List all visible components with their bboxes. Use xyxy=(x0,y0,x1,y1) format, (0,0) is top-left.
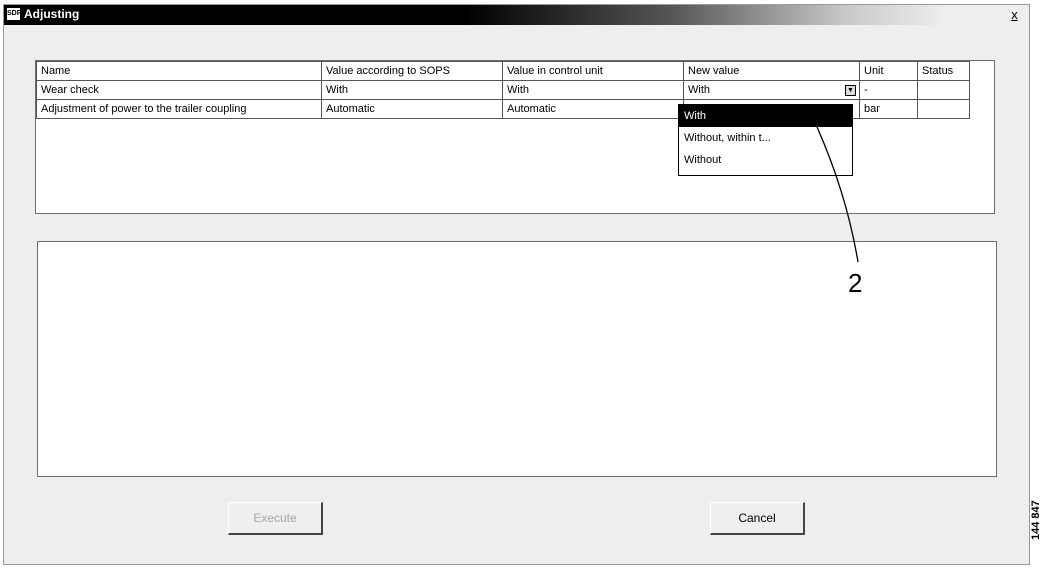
dropdown-option[interactable]: Without, within t... xyxy=(679,127,852,149)
column-header-status[interactable]: Status xyxy=(917,61,970,81)
new-value-dropdown-list[interactable]: With Without, within t... Without xyxy=(678,104,853,176)
cell-status xyxy=(917,80,970,100)
adjusting-dialog: SDP Adjusting x Name Value according to … xyxy=(3,4,1030,565)
chevron-down-icon[interactable]: ▼ xyxy=(845,84,856,96)
column-header-unit[interactable]: Unit xyxy=(859,61,918,81)
column-header-new-value[interactable]: New value xyxy=(683,61,860,81)
new-value-combo[interactable]: With ▼ xyxy=(683,80,860,100)
cancel-button[interactable]: Cancel xyxy=(710,502,805,535)
cell-name: Adjustment of power to the trailer coupl… xyxy=(36,99,322,119)
table-header-row: Name Value according to SOPS Value in co… xyxy=(36,61,970,81)
title-bar[interactable]: SDP Adjusting x xyxy=(4,5,1029,25)
dropdown-option[interactable]: Without xyxy=(679,149,852,171)
cell-sops-value: With xyxy=(321,80,503,100)
cell-name: Wear check xyxy=(36,80,322,100)
window-title: Adjusting xyxy=(24,7,80,21)
close-button[interactable]: x xyxy=(1008,8,1021,22)
column-header-sops[interactable]: Value according to SOPS xyxy=(321,61,503,81)
app-icon: SDP xyxy=(7,8,21,20)
column-header-name[interactable]: Name xyxy=(36,61,322,81)
callout-number: 2 xyxy=(848,268,863,298)
figure-code: 144 847 xyxy=(1030,500,1042,540)
cell-control-value: With xyxy=(502,80,684,100)
execute-button[interactable]: Execute xyxy=(228,502,323,535)
new-value-combo-text: With xyxy=(688,84,710,96)
cell-control-value: Automatic xyxy=(502,99,684,119)
cell-unit: bar xyxy=(859,99,918,119)
cell-sops-value: Automatic xyxy=(321,99,503,119)
cell-status xyxy=(917,99,970,119)
dropdown-option[interactable]: With xyxy=(679,105,852,127)
cell-unit: - xyxy=(859,80,918,100)
table-row[interactable]: Wear check With With With ▼ - xyxy=(36,80,970,100)
column-header-control-unit[interactable]: Value in control unit xyxy=(502,61,684,81)
